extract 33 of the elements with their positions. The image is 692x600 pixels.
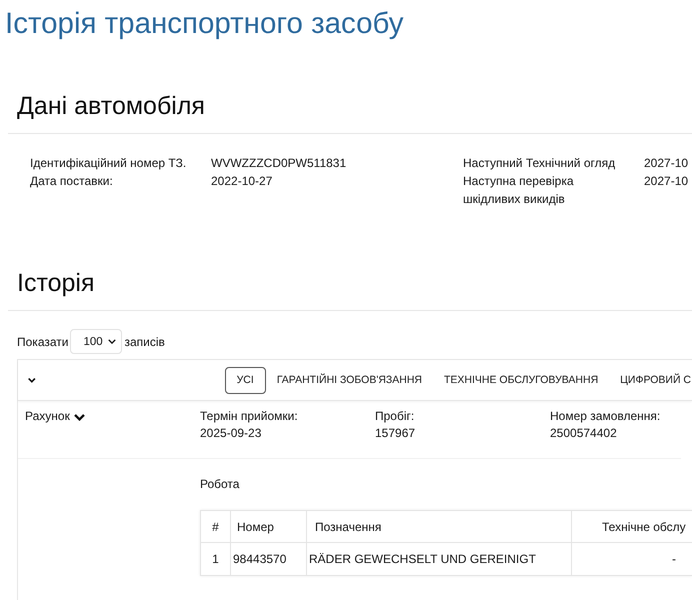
- column-header: Технічне обслу: [572, 510, 692, 542]
- chevron-down-icon[interactable]: [28, 375, 36, 385]
- field-label: Пробіг:: [375, 408, 414, 425]
- field-value: 2027-10: [644, 173, 688, 190]
- field-value: 157967: [375, 425, 416, 442]
- table-cell: RÄDER GEWECHSELT UND GEREINIGT: [306, 542, 572, 576]
- field-value: 2022-10-27: [211, 173, 272, 190]
- entries-select[interactable]: 100: [70, 329, 122, 354]
- section-heading: Дані автомобіля: [17, 91, 205, 121]
- work-heading: Робота: [200, 476, 240, 492]
- column-header: Позначення: [306, 510, 572, 542]
- field-label: Дата поставки:: [30, 173, 113, 190]
- section-heading: Історія: [17, 268, 95, 298]
- chevron-down-icon: [74, 412, 85, 420]
- field-value: 2025-09-23: [200, 425, 262, 442]
- table-cell: 1: [200, 542, 230, 576]
- show-label: Показати: [17, 334, 68, 348]
- field-value: 2500574402: [550, 425, 617, 442]
- column-header: #: [200, 510, 230, 542]
- table-cell: 98443570: [230, 542, 306, 576]
- field-value: WVWZZZCD0PW511831: [211, 155, 346, 172]
- page-title: Історія транспортного засобу: [4, 6, 404, 41]
- column-header: Номер: [230, 510, 306, 542]
- field-value: 2027-10: [644, 155, 688, 172]
- field-label: Номер замовлення:: [550, 408, 660, 425]
- entries-label: записів: [124, 334, 165, 348]
- field-label: Ідентифікаційний номер ТЗ.: [30, 155, 186, 172]
- caret-icon: [108, 339, 116, 344]
- filter-tab[interactable]: УСІ: [224, 366, 266, 394]
- field-label: Наступний Технічний огляд: [463, 155, 616, 172]
- field-label: Наступна перевірка шкідливих викидів: [463, 173, 575, 208]
- invoice-toggle[interactable]: Рахунок: [25, 408, 85, 425]
- field-label: Термін прийомки:: [200, 408, 298, 425]
